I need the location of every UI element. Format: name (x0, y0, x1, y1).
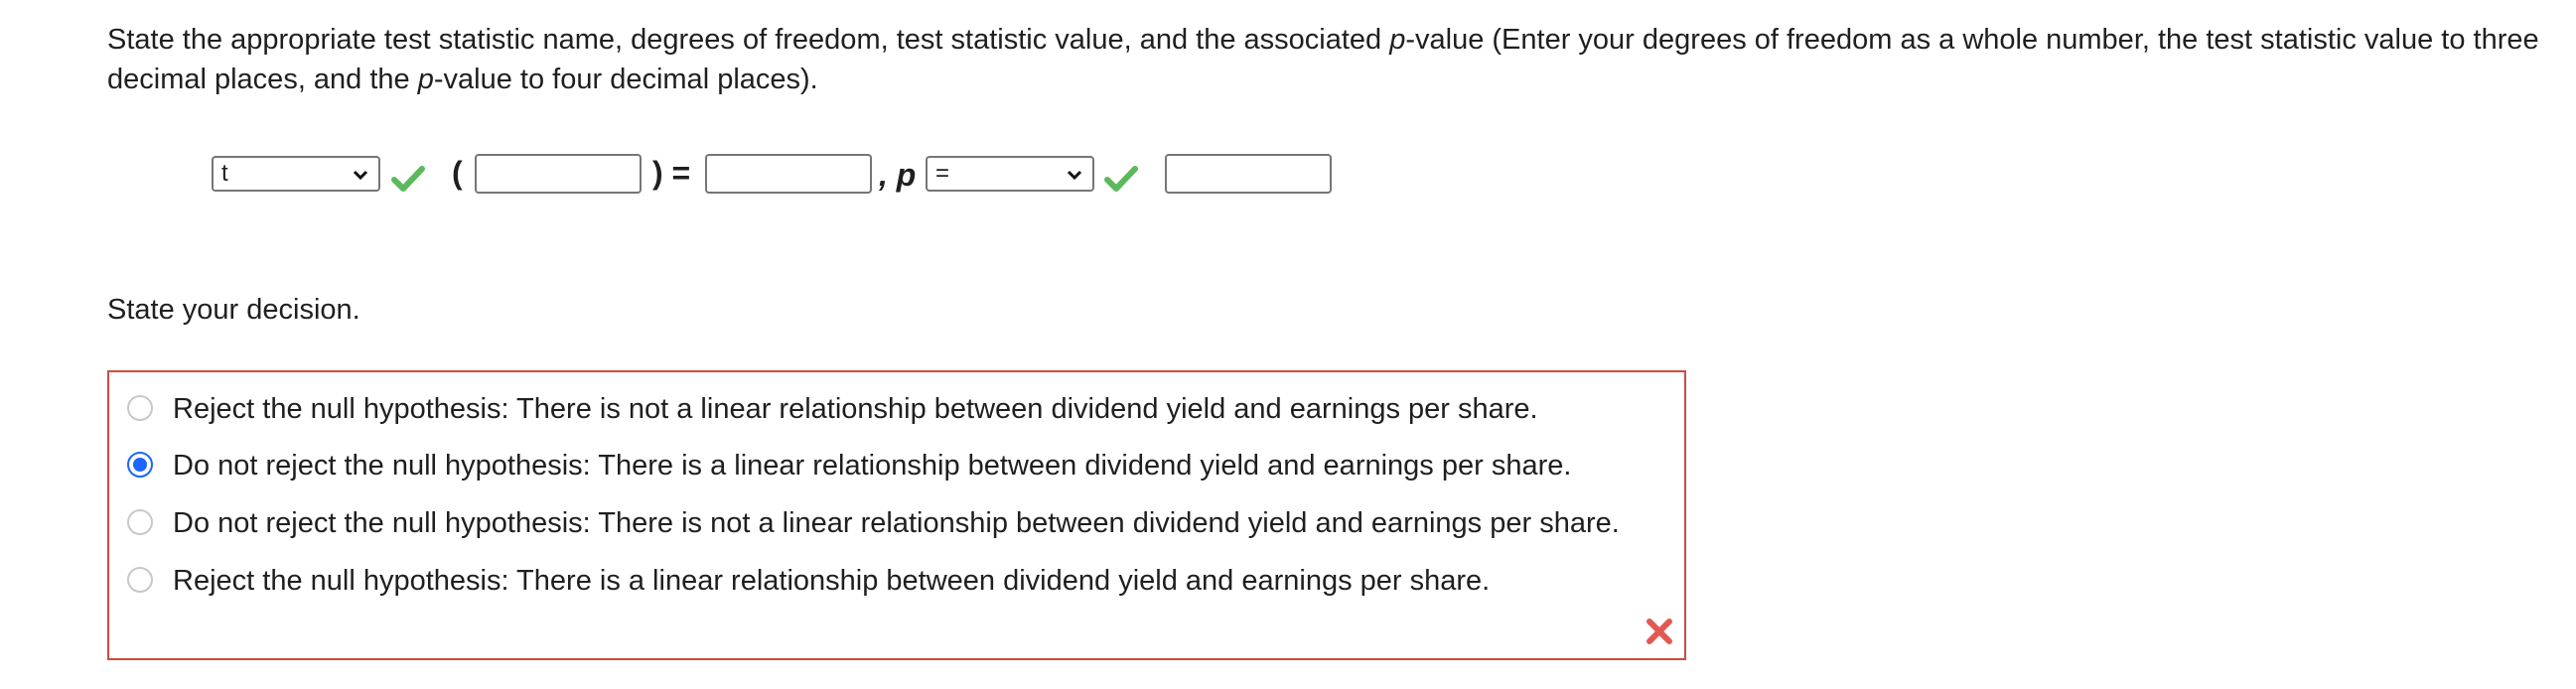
prompt-p-italic: p (1389, 24, 1406, 56)
decision-option[interactable]: Do not reject the null hypothesis: There… (127, 446, 1676, 485)
radio-button[interactable] (127, 509, 153, 535)
open-paren: ( (452, 155, 463, 191)
p-relation-select-value: = (935, 160, 950, 187)
option-text: Do not reject the null hypothesis: There… (173, 507, 1620, 539)
test-statistic-select[interactable]: t (212, 156, 380, 192)
comma-p-label: , p (879, 157, 917, 193)
radio-button-selected[interactable] (127, 452, 153, 478)
chevron-down-icon (353, 170, 368, 181)
decision-label: State your decision. (107, 294, 360, 326)
close-paren-equals: ) = (652, 155, 691, 191)
prompt-p-italic-2: p (417, 64, 434, 95)
checkmark-icon (1104, 166, 1138, 192)
radio-button[interactable] (127, 567, 153, 593)
x-mark-icon (1646, 619, 1672, 644)
option-text: Do not reject the null hypothesis: There… (173, 450, 1572, 482)
prompt-text-3: -value to four decimal places). (433, 64, 818, 95)
p-value-input[interactable] (1165, 154, 1332, 194)
test-statistic-select-value: t (221, 160, 228, 187)
prompt-text-1: State the appropriate test statistic nam… (107, 24, 1390, 56)
degrees-of-freedom-input[interactable] (475, 154, 642, 194)
p-relation-select[interactable]: = (926, 156, 1094, 192)
decision-option[interactable]: Do not reject the null hypothesis: There… (127, 503, 1676, 543)
radio-button[interactable] (127, 395, 153, 421)
decision-option[interactable]: Reject the null hypothesis: There is a l… (127, 561, 1676, 601)
decision-option[interactable]: Reject the null hypothesis: There is not… (127, 389, 1676, 429)
option-text: Reject the null hypothesis: There is not… (173, 393, 1538, 425)
question-prompt: State the appropriate test statistic nam… (107, 20, 2570, 99)
decision-options-box: Reject the null hypothesis: There is not… (107, 370, 1686, 660)
option-text: Reject the null hypothesis: There is a l… (173, 565, 1491, 597)
chevron-down-icon (1067, 170, 1082, 181)
test-statistic-value-input[interactable] (705, 154, 872, 194)
checkmark-icon (391, 166, 425, 192)
